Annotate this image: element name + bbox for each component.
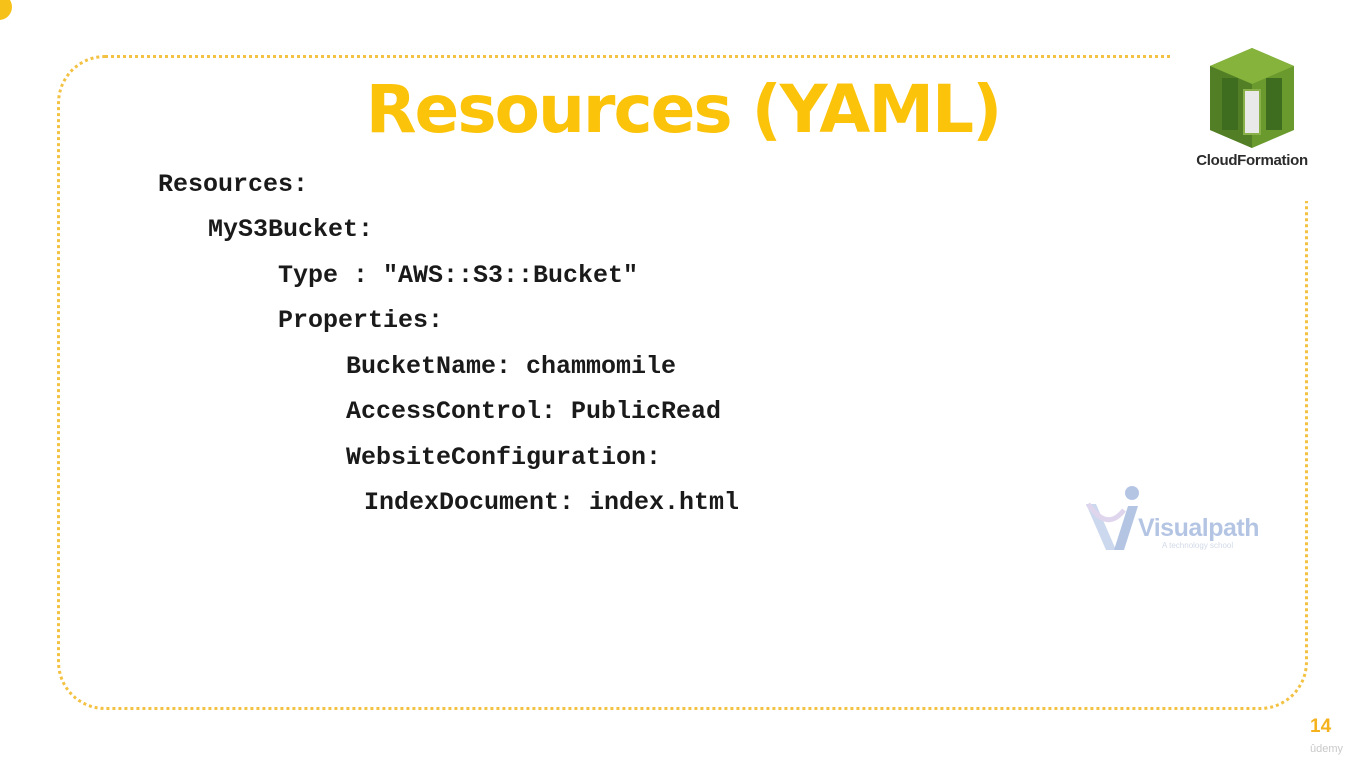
- visualpath-name: Visualpath: [1138, 514, 1259, 542]
- code-line: WebsiteConfiguration:: [346, 443, 662, 472]
- visualpath-watermark: Visualpath A technology school: [1084, 484, 1264, 554]
- code-line: IndexDocument: index.html: [364, 488, 740, 517]
- aws-cloudformation-icon: [1210, 48, 1294, 148]
- cloudformation-logo: CloudFormation: [1187, 46, 1317, 176]
- code-line: MyS3Bucket:: [208, 215, 374, 244]
- code-line: AccessControl: PublicRead: [346, 397, 722, 426]
- code-line: BucketName: chammomile: [346, 352, 677, 381]
- visualpath-logo-icon: [1085, 486, 1139, 550]
- code-line: Resources:: [158, 170, 309, 199]
- slide-title: Resources (YAML): [365, 71, 1003, 148]
- visualpath-tagline: A technology school: [1162, 541, 1234, 550]
- corner-decoration: [0, 0, 12, 20]
- udemy-watermark: ûdemy: [1310, 743, 1344, 755]
- code-line: Properties:: [278, 306, 444, 335]
- cloudformation-label: CloudFormation: [1196, 152, 1308, 169]
- code-line: Type : "AWS::S3::Bucket": [278, 261, 639, 290]
- page-number: 14: [1310, 716, 1332, 737]
